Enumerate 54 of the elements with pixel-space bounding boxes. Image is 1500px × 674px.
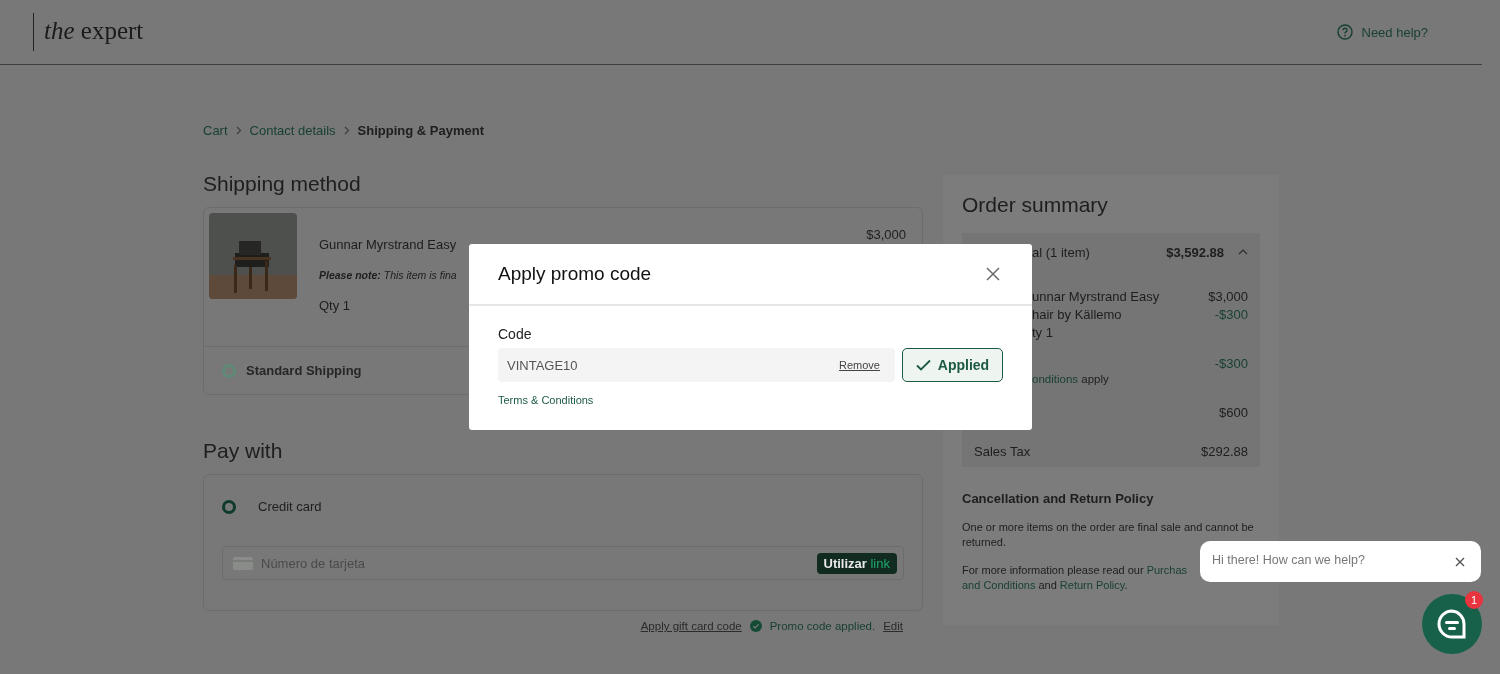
chevron-icon[interactable] xyxy=(1238,249,1248,255)
total-amount: $3,592.88 xyxy=(1166,244,1224,260)
close-icon[interactable] xyxy=(1455,556,1465,567)
chevron-icon xyxy=(343,126,350,135)
item-name: hair by Källemo xyxy=(1031,307,1123,322)
gift-card-link[interactable]: Apply gift card code xyxy=(640,620,742,632)
notification-badge: 1 xyxy=(1465,591,1483,609)
promo-code-field[interactable]: VINTAGE10 Remove xyxy=(498,348,895,382)
option-label: Standard Shipping xyxy=(246,363,362,378)
discount-amount: -$300 xyxy=(1214,307,1248,322)
applied-button[interactable]: Applied xyxy=(902,348,1003,382)
total-label: al (1 item) xyxy=(1031,244,1090,260)
section-title: Pay with xyxy=(203,439,284,463)
item-name: ty 1 xyxy=(1031,325,1054,340)
item-price: $3,000 xyxy=(1208,289,1248,304)
check-icon xyxy=(915,359,931,371)
breadcrumb-link[interactable]: Contact details xyxy=(249,123,336,138)
section-title: Shipping method xyxy=(203,172,362,196)
edit-link[interactable]: Edit xyxy=(883,620,903,632)
policy-title: Cancellation and Return Policy xyxy=(962,491,1155,506)
option-label: Credit card xyxy=(258,499,322,514)
chevron-icon xyxy=(235,126,242,135)
help-link[interactable]: Need help? xyxy=(1336,24,1428,40)
discount-amount: -$300 xyxy=(1214,356,1248,371)
conditions-link[interactable]: onditions xyxy=(1032,373,1079,385)
promo-status: Promo code applied. xyxy=(769,620,876,632)
logo[interactable]: the expert xyxy=(33,13,144,51)
chat-button[interactable] xyxy=(1422,594,1482,654)
product-name: Gunnar Myrstrand Easy xyxy=(319,237,458,252)
product-quantity: Qty 1 xyxy=(319,298,352,313)
terms-link[interactable]: and Conditions xyxy=(962,579,1036,591)
chat-icon xyxy=(1435,607,1469,641)
line-amount: $600 xyxy=(1219,405,1248,420)
breadcrumb-link[interactable]: Shipping & Payment xyxy=(357,123,484,138)
product-price: $3,000 xyxy=(866,227,906,244)
field-label: Code xyxy=(498,326,533,342)
product-note: Please note: This item is fina xyxy=(319,269,458,281)
breadcrumb-link[interactable]: Cart xyxy=(203,123,228,138)
radio-button[interactable] xyxy=(222,499,236,514)
link-pay-button[interactable]: Utilizar link xyxy=(816,552,897,574)
chat-message[interactable]: Hi there! How can we help? xyxy=(1200,541,1481,582)
line-amount: $292.88 xyxy=(1201,444,1248,459)
terms-link[interactable]: Purchas xyxy=(1146,564,1187,576)
question-icon xyxy=(1336,24,1353,40)
remove-link[interactable]: Remove xyxy=(839,359,880,371)
policy-info-text: and Conditions and Return Policy. xyxy=(962,578,1129,593)
summary-title: Order summary xyxy=(962,193,1109,217)
dialog-title: Apply promo code xyxy=(498,263,652,285)
radio-button[interactable] xyxy=(222,363,236,378)
close-icon[interactable] xyxy=(986,267,1000,281)
terms-link[interactable]: Terms & Conditions xyxy=(498,394,1003,406)
check-circle-icon xyxy=(749,620,762,632)
line-label: Sales Tax xyxy=(974,444,1031,459)
item-name: unnar Myrstrand Easy xyxy=(1031,289,1160,304)
